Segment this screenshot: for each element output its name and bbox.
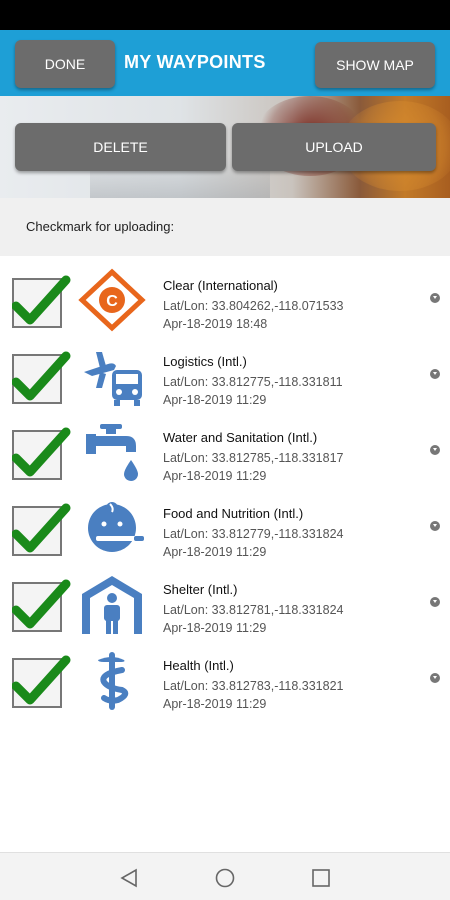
status-bar xyxy=(0,0,450,30)
svg-text:C: C xyxy=(106,293,118,310)
waypoint-row[interactable]: Logistics (Intl.) Lat/Lon: 33.812775,-11… xyxy=(0,338,450,414)
water-tap-icon xyxy=(86,424,138,481)
checkmark-icon xyxy=(12,655,71,705)
upload-checkbox[interactable] xyxy=(12,275,71,328)
waypoint-coords: Lat/Lon: 33.812781,-118.331824 xyxy=(163,603,344,617)
waypoint-name: Shelter (Intl.) xyxy=(163,582,238,597)
waypoint-row[interactable]: Health (Intl.) Lat/Lon: 33.812783,-118.3… xyxy=(0,642,450,718)
waypoint-date: Apr-18-2019 11:29 xyxy=(163,469,267,483)
waypoint-date: Apr-18-2019 11:29 xyxy=(163,545,267,559)
waypoint-name: Logistics (Intl.) xyxy=(163,354,247,369)
page-title: MY WAYPOINTS xyxy=(124,52,266,72)
checkmark-icon xyxy=(12,351,71,401)
waypoint-name: Health (Intl.) xyxy=(163,658,234,673)
food-nutrition-icon xyxy=(88,502,144,552)
chevron-down-icon[interactable] xyxy=(430,445,440,455)
waypoint-name: Food and Nutrition (Intl.) xyxy=(163,506,304,521)
waypoint-coords: Lat/Lon: 33.812775,-118.331811 xyxy=(163,375,343,389)
chevron-down-icon[interactable] xyxy=(430,293,440,303)
chevron-down-icon[interactable] xyxy=(430,597,440,607)
waypoint-name: Water and Sanitation (Intl.) xyxy=(163,430,318,445)
waypoint-row[interactable]: Water and Sanitation (Intl.) Lat/Lon: 33… xyxy=(0,414,450,490)
waypoint-coords: Lat/Lon: 33.812785,-118.331817 xyxy=(163,451,344,465)
done-button[interactable]: DONE xyxy=(15,40,115,88)
health-icon xyxy=(98,652,129,710)
checkmark-icon xyxy=(12,427,71,477)
waypoint-name: Clear (International) xyxy=(163,278,278,293)
clear-diamond-icon: C xyxy=(78,268,146,332)
checkmark-icon xyxy=(12,579,71,629)
instruction-bar: Checkmark for uploading: xyxy=(0,198,450,256)
show-map-button-label: SHOW MAP xyxy=(336,57,414,73)
instruction-text: Checkmark for uploading: xyxy=(26,219,175,234)
waypoint-list: C Clear (International) Lat/Lon: 33.8042… xyxy=(0,256,450,852)
waypoint-row[interactable]: C Clear (International) Lat/Lon: 33.8042… xyxy=(0,262,450,338)
waypoint-date: Apr-18-2019 11:29 xyxy=(163,697,267,711)
upload-checkbox[interactable] xyxy=(12,579,71,632)
done-button-label: DONE xyxy=(44,56,86,72)
upload-checkbox[interactable] xyxy=(12,351,71,404)
checkmark-icon xyxy=(12,503,71,553)
waypoint-coords: Lat/Lon: 33.812779,-118.331824 xyxy=(163,527,344,541)
waypoint-coords: Lat/Lon: 33.812783,-118.331821 xyxy=(163,679,344,693)
chevron-down-icon[interactable] xyxy=(430,673,440,683)
delete-button[interactable]: DELETE xyxy=(15,123,226,171)
waypoint-coords: Lat/Lon: 33.804262,-118.071533 xyxy=(163,299,344,313)
waypoint-row[interactable]: Shelter (Intl.) Lat/Lon: 33.812781,-118.… xyxy=(0,566,450,642)
upload-button-label: UPLOAD xyxy=(305,139,363,155)
delete-button-label: DELETE xyxy=(93,139,148,155)
upload-checkbox[interactable] xyxy=(12,427,71,480)
system-nav-bar xyxy=(0,852,450,900)
waypoint-date: Apr-18-2019 18:48 xyxy=(163,317,268,331)
home-circle-icon[interactable] xyxy=(214,867,236,889)
waypoint-date: Apr-18-2019 11:29 xyxy=(163,621,267,635)
upload-button[interactable]: UPLOAD xyxy=(232,123,436,171)
chevron-down-icon[interactable] xyxy=(430,521,440,531)
logistics-icon xyxy=(84,352,142,406)
recents-square-icon[interactable] xyxy=(310,867,332,889)
shelter-icon xyxy=(82,576,142,634)
waypoint-row[interactable]: Food and Nutrition (Intl.) Lat/Lon: 33.8… xyxy=(0,490,450,566)
waypoint-date: Apr-18-2019 11:29 xyxy=(163,393,267,407)
back-triangle-icon[interactable] xyxy=(118,867,140,889)
chevron-down-icon[interactable] xyxy=(430,369,440,379)
show-map-button[interactable]: SHOW MAP xyxy=(315,42,435,88)
upload-checkbox[interactable] xyxy=(12,655,71,708)
upload-checkbox[interactable] xyxy=(12,503,71,556)
checkmark-icon xyxy=(12,275,71,325)
